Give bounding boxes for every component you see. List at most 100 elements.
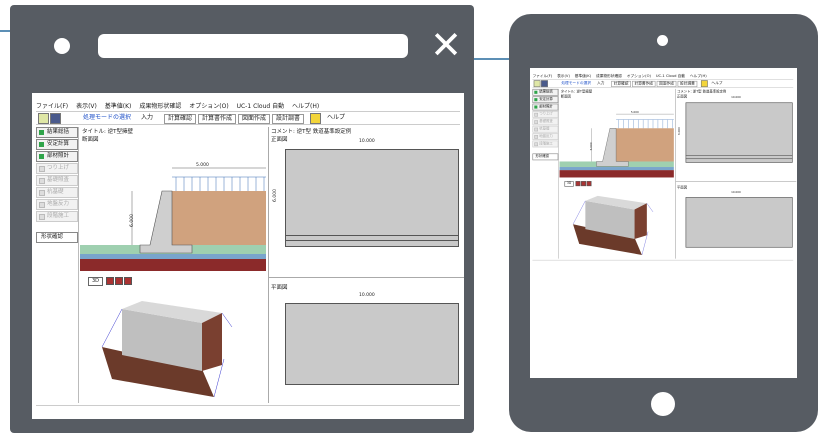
front-view-label: 正面図 bbox=[271, 137, 288, 143]
view-3d-button[interactable]: 3D bbox=[88, 277, 104, 286]
water-layer-blue bbox=[80, 254, 266, 259]
design-doc-button[interactable]: 設計調書 bbox=[677, 80, 698, 88]
menu-item-view[interactable]: 表示(V) bbox=[557, 74, 570, 78]
calc-confirm-button[interactable]: 計算確認 bbox=[164, 114, 197, 124]
mode-select-button[interactable]: 処理モードの選択 bbox=[80, 114, 135, 122]
menu-item-options[interactable]: オプション(O) bbox=[189, 103, 228, 110]
sidebar-item-pile[interactable]: 杭基礎 bbox=[36, 187, 78, 198]
sidebar-item-member[interactable]: 部材照計 bbox=[36, 151, 78, 162]
sidebar-item-label: 基礎照査 bbox=[539, 119, 553, 124]
backfill-soil bbox=[172, 191, 266, 245]
sidebar-item-foundation[interactable]: 基礎照査 bbox=[532, 118, 559, 126]
view-cube-icon[interactable] bbox=[575, 181, 581, 187]
drawing-button[interactable]: 図面作成 bbox=[656, 80, 677, 88]
input-button[interactable]: 入力 bbox=[595, 80, 607, 86]
sidebar-item-label: 地盤反力 bbox=[47, 201, 70, 207]
right-panel: コメント: 逆T型 鉄道基準設定例 正面図 10.000 6.000 平面図 1… bbox=[268, 127, 464, 403]
plan-dimension-label: 10.000 bbox=[731, 191, 741, 195]
view-cube-icon[interactable] bbox=[586, 181, 592, 187]
view-3d-button[interactable]: 3D bbox=[564, 181, 574, 187]
calc-doc-button[interactable]: 計算書作成 bbox=[632, 80, 656, 88]
sidebar: 結果総括 安定計算 部材照計 つり上げ 基礎照査 杭基礎 地盤反力 段階施工 形… bbox=[36, 127, 79, 403]
sidebar-item-result-summary[interactable]: 結果総括 bbox=[36, 127, 78, 138]
divider-line-middle bbox=[474, 58, 510, 60]
help-icon[interactable] bbox=[310, 113, 321, 124]
status-indicator-icon bbox=[39, 178, 45, 184]
menu-item-cloud[interactable]: UC-1 Cloud 自動 bbox=[656, 74, 685, 78]
sidebar-item-label: 地盤反力 bbox=[539, 134, 553, 139]
shape-check-button[interactable]: 形状確認 bbox=[532, 153, 559, 161]
window-mockup: ✕ ファイル(F) 表示(V) 基準値(K) 成果物形状確認 オプション(O) … bbox=[10, 5, 474, 433]
open-file-icon[interactable] bbox=[533, 80, 541, 88]
save-icon[interactable] bbox=[50, 113, 61, 124]
menu-item-help[interactable]: ヘルプ(H) bbox=[292, 103, 319, 110]
view-cube-icon[interactable] bbox=[106, 277, 114, 285]
input-button[interactable]: 入力 bbox=[138, 114, 157, 122]
view-cube-icon[interactable] bbox=[124, 277, 132, 285]
mode-select-button[interactable]: 処理モードの選択 bbox=[559, 80, 593, 86]
menu-item-help[interactable]: ヘルプ(H) bbox=[690, 74, 707, 78]
menu-item-standard[interactable]: 基準値(K) bbox=[105, 103, 132, 110]
sidebar-item-label: 杭基礎 bbox=[47, 189, 64, 195]
sidebar-item-staged[interactable]: 段階施工 bbox=[532, 140, 559, 148]
status-indicator-icon bbox=[534, 120, 538, 124]
front-view-rect bbox=[685, 102, 793, 163]
sidebar-item-label: 部材照計 bbox=[47, 153, 70, 159]
open-file-icon[interactable] bbox=[38, 113, 49, 124]
design-doc-button[interactable]: 設計調書 bbox=[272, 114, 305, 124]
sidebar-item-label: 安定計算 bbox=[539, 97, 553, 102]
sidebar-item-member[interactable]: 部材照計 bbox=[532, 103, 559, 111]
sidebar-item-label: つり上げ bbox=[539, 112, 553, 116]
menu-item-shape-check[interactable]: 成果物形状確認 bbox=[596, 74, 622, 78]
sidebar-item-stability[interactable]: 安定計算 bbox=[532, 96, 559, 104]
save-icon[interactable] bbox=[541, 80, 548, 88]
front-dimension-label: 6.000 bbox=[678, 127, 682, 136]
title-label: タイトル: 逆T型擁壁 bbox=[82, 129, 133, 135]
status-indicator-icon bbox=[534, 112, 538, 117]
calc-doc-button[interactable]: 計算書作成 bbox=[198, 114, 237, 124]
comment-label: コメント: 逆T型 鉄道基準設定例 bbox=[271, 129, 352, 135]
3d-backfill bbox=[202, 313, 222, 371]
front-dimension-label: 6.000 bbox=[272, 189, 278, 202]
sidebar-item-lifting[interactable]: つり上げ bbox=[36, 163, 78, 174]
sidebar-item-staged[interactable]: 段階施工 bbox=[36, 211, 78, 222]
menu-item-file[interactable]: ファイル(F) bbox=[36, 103, 68, 110]
front-view-line bbox=[285, 240, 459, 241]
sidebar: 結果総括 安定計算 部材照計 つり上げ 基礎照査 杭基礎 地盤反力 段階施工 形… bbox=[532, 88, 559, 259]
drawing-button[interactable]: 図面作成 bbox=[238, 114, 271, 124]
sidebar-item-reaction[interactable]: 地盤反力 bbox=[532, 133, 559, 140]
help-icon[interactable] bbox=[700, 80, 708, 88]
view-cube-icon[interactable] bbox=[115, 277, 123, 285]
view-cube-icon[interactable] bbox=[581, 181, 586, 187]
tablet-camera-icon bbox=[657, 35, 668, 46]
3d-model-view bbox=[572, 195, 654, 255]
sidebar-item-pile[interactable]: 杭基礎 bbox=[532, 125, 559, 133]
close-icon[interactable]: ✕ bbox=[426, 23, 466, 67]
sidebar-item-foundation[interactable]: 基礎照査 bbox=[36, 175, 78, 186]
sidebar-item-result-summary[interactable]: 結果総括 bbox=[532, 88, 559, 96]
shape-check-button[interactable]: 形状確認 bbox=[36, 232, 78, 243]
menu-item-cloud[interactable]: UC-1 Cloud 自動 bbox=[237, 103, 285, 110]
menu-item-options[interactable]: オプション(O) bbox=[627, 74, 651, 78]
status-bar bbox=[36, 405, 460, 416]
sidebar-item-lifting[interactable]: つり上げ bbox=[532, 111, 559, 118]
status-indicator-icon bbox=[39, 202, 45, 208]
menu-item-file[interactable]: ファイル(F) bbox=[532, 74, 552, 78]
sidebar-item-reaction[interactable]: 地盤反力 bbox=[36, 199, 78, 210]
menu-item-shape-check[interactable]: 成果物形状確認 bbox=[139, 103, 181, 110]
status-indicator-icon bbox=[39, 190, 45, 196]
menu-item-view[interactable]: 表示(V) bbox=[76, 103, 97, 110]
front-view-line bbox=[285, 235, 459, 236]
section-drawing bbox=[559, 114, 674, 178]
sidebar-item-stability[interactable]: 安定計算 bbox=[36, 139, 78, 150]
status-indicator-icon bbox=[534, 127, 538, 132]
tablet-home-button[interactable] bbox=[651, 392, 675, 416]
help-button[interactable]: ヘルプ bbox=[324, 114, 349, 122]
3d-backfill bbox=[634, 203, 647, 239]
panel-divider bbox=[269, 277, 464, 278]
help-button[interactable]: ヘルプ bbox=[709, 80, 725, 86]
toolbar: 処理モードの選択 入力 計算確認 計算書作成 図面作成 設計調書 ヘルプ bbox=[36, 111, 460, 125]
calc-confirm-button[interactable]: 計算確認 bbox=[611, 80, 631, 88]
water-layer-blue bbox=[559, 167, 674, 171]
menu-item-standard[interactable]: 基準値(K) bbox=[575, 74, 591, 78]
